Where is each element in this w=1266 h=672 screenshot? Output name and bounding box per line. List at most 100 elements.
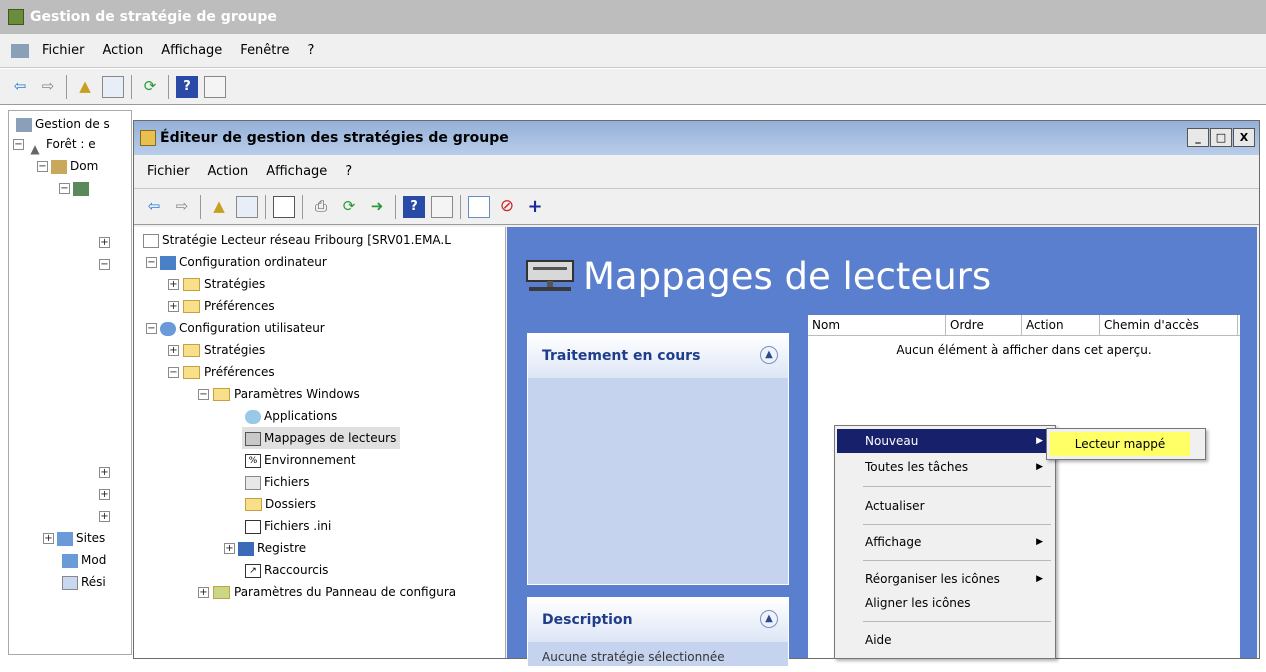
expand-icon[interactable]: +	[198, 587, 209, 598]
outer-tree-results[interactable]: Rési	[59, 571, 106, 593]
outer-tree-sites[interactable]: + Sites	[43, 527, 105, 549]
outer-tree-domains[interactable]: − Dom	[37, 155, 98, 177]
column-nom[interactable]: Nom	[808, 315, 946, 335]
menu-item-nouveau[interactable]: Nouveau ▶	[837, 429, 1053, 453]
menu-item-lecteur-mappe[interactable]: Lecteur mappé	[1050, 432, 1190, 456]
tree-item-folders[interactable]: Dossiers	[242, 493, 316, 515]
tree-item-applications[interactable]: Applications	[242, 405, 337, 427]
outer-tree-forest[interactable]: − ▲ Forêt : e	[13, 133, 96, 155]
outer-tree-node[interactable]: +	[99, 461, 110, 483]
column-chemin[interactable]: Chemin d'accès	[1100, 315, 1238, 335]
processing-header[interactable]: Traitement en cours ▲	[528, 334, 788, 378]
tree-item-user-strategies[interactable]: + Stratégies	[168, 339, 265, 361]
help-icon[interactable]: ?	[403, 195, 425, 218]
up-folder-icon[interactable]: ▲	[74, 76, 96, 98]
menu-item-aligner[interactable]: Aligner les icônes	[837, 591, 1053, 615]
print-icon[interactable]: ⎙	[310, 196, 332, 218]
show-tree-icon[interactable]	[236, 195, 258, 218]
tree-item-comp-strategies[interactable]: + Stratégies	[168, 273, 265, 295]
outer-menu-fichier[interactable]: Fichier	[33, 43, 94, 58]
inner-menu-action[interactable]: Action	[199, 164, 258, 179]
expand-icon[interactable]: +	[168, 279, 179, 290]
action-pane-icon[interactable]	[431, 195, 453, 218]
menu-item-actualiser[interactable]: Actualiser	[837, 494, 1053, 518]
tree-item-panel-params[interactable]: + Paramètres du Panneau de configura	[198, 581, 456, 603]
outer-tree-node[interactable]: +	[99, 505, 110, 527]
collapse-chevron-icon[interactable]: ▲	[760, 346, 778, 364]
expand-icon[interactable]: +	[99, 489, 110, 500]
forward-arrow-icon[interactable]: ⇨	[37, 76, 59, 98]
tree-item-ini-files[interactable]: Fichiers .ini	[242, 515, 331, 537]
collapse-icon[interactable]: −	[198, 389, 209, 400]
tree-item-user-config[interactable]: − Configuration utilisateur	[146, 317, 325, 339]
menu-item-aide[interactable]: Aide	[837, 628, 1053, 652]
empty-message: Aucun élément à afficher dans cet aperçu…	[896, 343, 1152, 357]
menu-item-reorganiser[interactable]: Réorganiser les icônes ▶	[837, 567, 1053, 591]
modeling-icon	[62, 553, 78, 568]
collapse-icon[interactable]: −	[59, 183, 70, 194]
tree-item-user-preferences[interactable]: − Préférences	[168, 361, 275, 383]
tree-item-root[interactable]: Stratégie Lecteur réseau Fribourg [SRV01…	[140, 229, 451, 251]
outer-tree-node[interactable]: +	[99, 231, 110, 253]
tree-item-windows-params[interactable]: − Paramètres Windows	[198, 383, 360, 405]
applications-icon	[245, 409, 261, 424]
outer-menu-help[interactable]: ?	[298, 43, 323, 58]
gpo-doc-icon	[143, 233, 159, 248]
expand-icon[interactable]: +	[168, 345, 179, 356]
inner-menu-fichier[interactable]: Fichier	[138, 164, 199, 179]
outer-tree-node[interactable]: +	[99, 483, 110, 505]
collapse-icon[interactable]: −	[146, 323, 157, 334]
tree-item-drive-maps[interactable]: Mappages de lecteurs	[242, 427, 401, 449]
stop-icon[interactable]: ⊘	[496, 196, 518, 218]
properties-icon[interactable]	[468, 195, 490, 218]
minimize-button[interactable]: _	[1187, 128, 1209, 147]
collapse-chevron-icon[interactable]: ▲	[760, 610, 778, 628]
outer-menu-fenetre[interactable]: Fenêtre	[231, 43, 298, 58]
show-tree-icon[interactable]	[102, 75, 124, 98]
expand-icon[interactable]: +	[43, 533, 54, 544]
outer-tree-modeling[interactable]: Mod	[59, 549, 106, 571]
add-icon[interactable]: +	[524, 196, 546, 218]
outer-tree-domain[interactable]: −	[59, 177, 92, 199]
tree-item-comp-config[interactable]: − Configuration ordinateur	[146, 251, 327, 273]
expand-icon[interactable]: +	[168, 301, 179, 312]
outer-menu-affichage[interactable]: Affichage	[152, 43, 231, 58]
outer-tree-root[interactable]: Gestion de s	[13, 113, 110, 135]
forward-arrow-icon[interactable]: ⇨	[171, 196, 193, 218]
expand-icon[interactable]: +	[99, 511, 110, 522]
collapse-icon[interactable]: −	[168, 367, 179, 378]
tree-item-files[interactable]: Fichiers	[242, 471, 309, 493]
collapse-icon[interactable]: −	[37, 161, 48, 172]
refresh-icon[interactable]: ⟳	[338, 196, 360, 218]
menu-item-toutes-taches[interactable]: Toutes les tâches ▶	[837, 455, 1053, 479]
tree-item-registry[interactable]: + Registre	[224, 537, 306, 559]
outer-menu-action[interactable]: Action	[94, 43, 153, 58]
collapse-icon[interactable]: −	[13, 139, 24, 150]
refresh-icon[interactable]: ⟳	[139, 76, 161, 98]
description-header[interactable]: Description ▲	[528, 598, 788, 642]
collapse-icon[interactable]: −	[99, 259, 110, 270]
inner-menu-help[interactable]: ?	[336, 164, 361, 179]
back-arrow-icon[interactable]: ⇦	[143, 196, 165, 218]
tree-item-shortcuts[interactable]: ↗ Raccourcis	[242, 559, 328, 581]
close-button[interactable]: X	[1233, 128, 1255, 147]
help-icon[interactable]: ?	[176, 75, 198, 98]
tree-item-comp-preferences[interactable]: + Préférences	[168, 295, 275, 317]
collapse-icon[interactable]: −	[146, 257, 157, 268]
up-folder-icon[interactable]: ▲	[208, 196, 230, 218]
export-icon[interactable]: ➜	[366, 196, 388, 218]
inner-menu-affichage[interactable]: Affichage	[257, 164, 336, 179]
back-arrow-icon[interactable]: ⇦	[9, 76, 31, 98]
action-pane-icon[interactable]	[204, 75, 226, 98]
menu-item-affichage[interactable]: Affichage ▶	[837, 530, 1053, 554]
drive-map-icon	[245, 431, 261, 446]
column-action[interactable]: Action	[1022, 315, 1100, 335]
expand-icon[interactable]: +	[99, 237, 110, 248]
column-ordre[interactable]: Ordre	[946, 315, 1022, 335]
tree-item-environment[interactable]: % Environnement	[242, 449, 356, 471]
maximize-button[interactable]: □	[1210, 128, 1232, 147]
expand-icon[interactable]: +	[224, 543, 235, 554]
clipboard-icon[interactable]	[273, 195, 295, 218]
outer-tree-node[interactable]: −	[99, 253, 110, 275]
expand-icon[interactable]: +	[99, 467, 110, 478]
